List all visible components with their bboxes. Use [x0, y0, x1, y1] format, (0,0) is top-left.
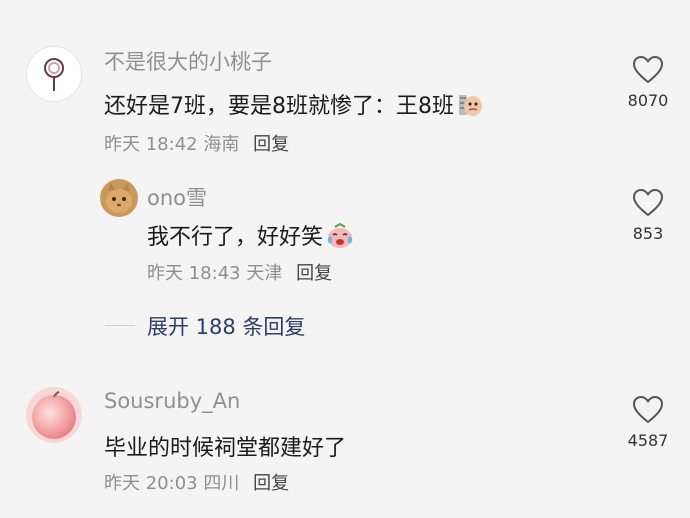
- cat-avatar-icon: [100, 179, 138, 217]
- avatar[interactable]: [26, 387, 82, 443]
- comment-meta: 昨天 20:03 四川 回复: [104, 469, 289, 495]
- heart-icon: [633, 56, 663, 83]
- avatar[interactable]: [100, 179, 138, 217]
- reply-button[interactable]: 回复: [253, 134, 289, 155]
- comment-meta: 昨天 18:43 天津 回复: [147, 259, 332, 285]
- heart-icon: [633, 396, 663, 423]
- avatar[interactable]: [26, 46, 82, 102]
- reply-button[interactable]: 回复: [253, 473, 289, 494]
- comment-username[interactable]: 不是很大的小桃子: [104, 46, 272, 76]
- like-button[interactable]: 4587: [613, 395, 683, 450]
- like-count: 4587: [627, 431, 669, 450]
- lollipop-avatar-icon: [27, 47, 81, 101]
- comment-time: 昨天 18:43: [147, 263, 241, 284]
- comment-time: 昨天 18:42: [104, 134, 198, 155]
- comment-text: 毕业的时候祠堂都建好了: [104, 436, 347, 461]
- comment-text: 还好是7班，要是8班就惨了：王8班: [104, 88, 483, 124]
- comment-meta: 昨天 18:42 海南 回复: [104, 130, 289, 156]
- zombie-face-emoji-icon: [457, 92, 483, 124]
- expand-replies-label: 展开 188 条回复: [147, 315, 306, 339]
- divider: [105, 325, 135, 326]
- reply-button[interactable]: 回复: [296, 263, 332, 284]
- like-button[interactable]: 853: [613, 188, 683, 243]
- comment-text-content: 我不行了，好好笑: [147, 225, 324, 250]
- expand-replies-button[interactable]: 展开 188 条回复: [105, 311, 435, 341]
- comment-text: 我不行了，好好笑: [147, 219, 354, 255]
- like-button[interactable]: 8070: [613, 55, 683, 110]
- peach-avatar-icon: [26, 387, 82, 443]
- comment-username[interactable]: Sousruby_An: [104, 389, 240, 413]
- comment-location: 天津: [246, 263, 283, 284]
- like-count: 853: [632, 224, 664, 243]
- comment-location: 四川: [203, 473, 240, 494]
- comment-username[interactable]: ono雪: [147, 182, 207, 212]
- heart-icon: [633, 189, 663, 216]
- comment-time: 昨天 20:03: [104, 473, 198, 494]
- comment-text-content: 还好是7班，要是8班就惨了：王8班: [104, 94, 454, 119]
- like-count: 8070: [627, 91, 669, 110]
- laugh-cry-emoji-icon: [326, 222, 354, 255]
- comment-location: 海南: [203, 134, 240, 155]
